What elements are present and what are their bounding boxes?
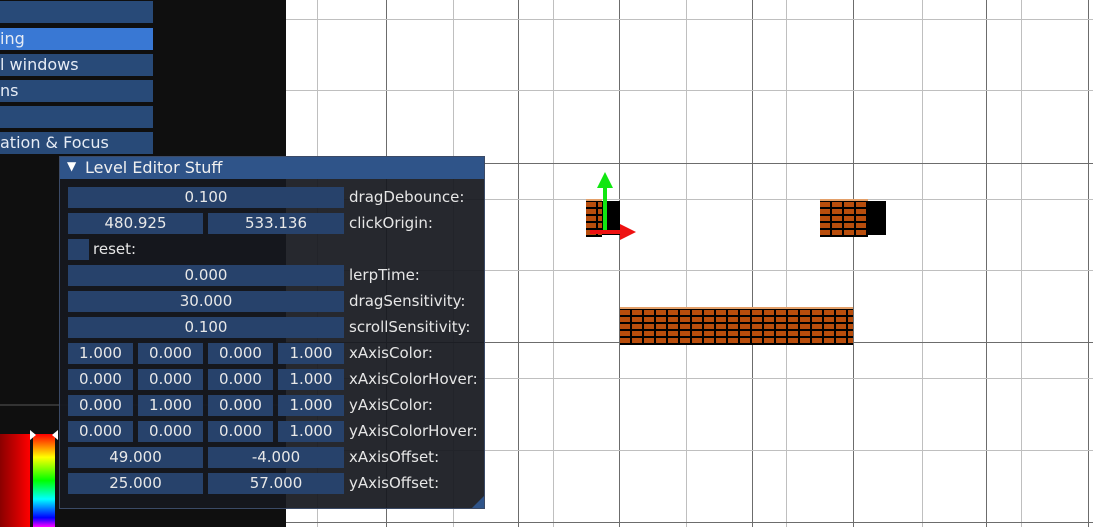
sidebar-item-label: l windows: [0, 55, 79, 74]
grid-line: [686, 0, 687, 527]
x-axis-color-hover-g-input[interactable]: 0.000: [138, 369, 203, 390]
scroll-sensitivity-input[interactable]: 0.100: [68, 317, 344, 338]
grid-line: [518, 0, 519, 527]
window-title-bar[interactable]: ▼ Level Editor Stuff: [60, 157, 484, 179]
hue-bar[interactable]: [33, 434, 55, 527]
drag-debounce-label: dragDebounce:: [349, 188, 465, 206]
sidebar-item[interactable]: ns: [0, 80, 153, 102]
y-axis-offset-label: yAxisOffset:: [349, 474, 440, 492]
x-axis-offset-y-input[interactable]: -4.000: [208, 447, 344, 468]
grid-line: [1088, 0, 1089, 527]
y-axis-color-b-input[interactable]: 0.000: [208, 395, 273, 416]
grid-line: [286, 522, 1093, 523]
sidebar-item[interactable]: [0, 106, 153, 128]
y-axis-color-label: yAxisColor:: [349, 396, 433, 414]
sidebar-item-label: ing: [0, 29, 25, 48]
scroll-sensitivity-label: scrollSensitivity:: [349, 318, 471, 336]
x-axis-color-hover-label: xAxisColorHover:: [349, 370, 478, 388]
y-axis-color-hover-a-input[interactable]: 1.000: [278, 421, 344, 442]
drag-debounce-input[interactable]: 0.100: [68, 187, 344, 208]
resize-grip-icon[interactable]: [472, 496, 484, 508]
x-axis-color-hover-r-input[interactable]: 0.000: [68, 369, 133, 390]
sidebar-item-label: ation & Focus: [0, 133, 109, 152]
brick-block[interactable]: [820, 199, 868, 237]
drag-sensitivity-label: dragSensitivity:: [349, 292, 466, 310]
grid-line: [286, 19, 1093, 20]
drag-sensitivity-input[interactable]: 30.000: [68, 291, 344, 312]
x-axis-color-r-input[interactable]: 1.000: [68, 343, 133, 364]
gizmo-y-arrow-icon[interactable]: [597, 172, 613, 188]
collapse-arrow-icon[interactable]: ▼: [67, 159, 76, 173]
lerp-time-label: lerpTime:: [349, 266, 420, 284]
y-axis-offset-x-input[interactable]: 25.000: [68, 473, 203, 494]
x-axis-color-label: xAxisColor:: [349, 344, 433, 362]
window-title: Level Editor Stuff: [85, 158, 223, 177]
sidebar-item[interactable]: ation & Focus: [0, 132, 153, 154]
x-axis-color-hover-b-input[interactable]: 0.000: [208, 369, 273, 390]
x-axis-color-a-input[interactable]: 1.000: [278, 343, 344, 364]
y-axis-color-hover-g-input[interactable]: 0.000: [138, 421, 203, 442]
y-axis-offset-y-input[interactable]: 57.000: [208, 473, 344, 494]
y-axis-color-g-input[interactable]: 1.000: [138, 395, 203, 416]
x-axis-color-g-input[interactable]: 0.000: [138, 343, 203, 364]
grid-line: [553, 0, 554, 527]
grid-line: [1021, 0, 1022, 527]
y-axis-color-hover-b-input[interactable]: 0.000: [208, 421, 273, 442]
x-axis-color-hover-a-input[interactable]: 1.000: [278, 369, 344, 390]
reset-label: reset:: [93, 240, 137, 258]
grid-line: [286, 90, 1093, 91]
grid-line: [786, 0, 787, 527]
click-origin-label: clickOrigin:: [349, 214, 433, 232]
y-axis-color-hover-label: yAxisColorHover:: [349, 422, 478, 440]
gizmo-y-axis[interactable]: [603, 186, 607, 230]
hue-marker-icon[interactable]: [52, 430, 58, 440]
grid-line: [752, 0, 753, 527]
click-origin-y-input[interactable]: 533.136: [208, 213, 344, 234]
hue-marker-icon[interactable]: [30, 430, 36, 440]
sidebar-item[interactable]: l windows: [0, 54, 153, 76]
gizmo-x-axis[interactable]: [590, 230, 622, 234]
reset-checkbox[interactable]: [68, 239, 89, 260]
level-editor-window[interactable]: ▼ Level Editor Stuff 0.100 dragDebounce:…: [59, 156, 485, 509]
grid-line: [922, 0, 923, 527]
grid-line: [986, 0, 987, 527]
sidebar-item-active[interactable]: ing: [0, 28, 153, 50]
y-axis-color-r-input[interactable]: 0.000: [68, 395, 133, 416]
x-axis-color-b-input[interactable]: 0.000: [208, 343, 273, 364]
click-origin-x-input[interactable]: 480.925: [68, 213, 203, 234]
x-axis-offset-x-input[interactable]: 49.000: [68, 447, 203, 468]
color-square[interactable]: [0, 434, 30, 527]
sidebar-item-label: ns: [0, 81, 19, 100]
brick-block-shadow: [868, 201, 886, 235]
x-axis-offset-label: xAxisOffset:: [349, 448, 440, 466]
sidebar-item[interactable]: [0, 1, 153, 23]
gizmo-x-arrow-icon[interactable]: [620, 224, 636, 240]
grid-line: [853, 0, 854, 527]
grid-line: [619, 0, 620, 527]
y-axis-color-a-input[interactable]: 1.000: [278, 395, 344, 416]
y-axis-color-hover-r-input[interactable]: 0.000: [68, 421, 133, 442]
lerp-time-input[interactable]: 0.000: [68, 265, 344, 286]
brick-platform[interactable]: [620, 307, 853, 345]
